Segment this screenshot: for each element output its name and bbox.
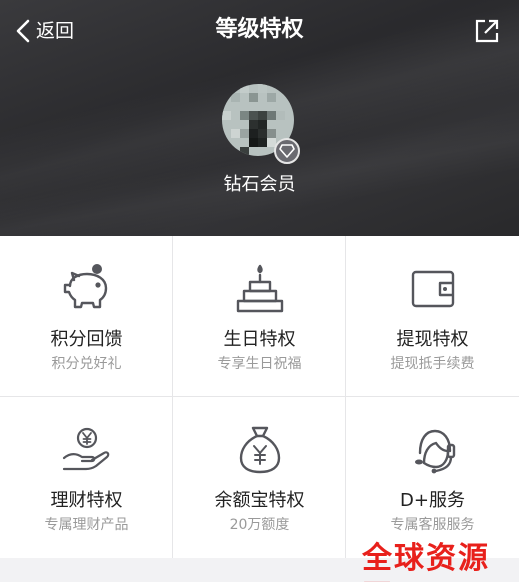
privilege-finance[interactable]: 理财特权 专属理财产品	[0, 397, 173, 558]
privilege-name: D+服务	[400, 490, 465, 511]
privilege-desc: 积分兑好礼	[51, 356, 122, 372]
grid-divider	[345, 236, 346, 558]
privilege-desc: 专享生日祝福	[217, 356, 302, 372]
privilege-desc: 专属理财产品	[44, 517, 129, 533]
privilege-name: 理财特权	[50, 490, 123, 511]
privilege-yuebao[interactable]: 余额宝特权 20万额度	[173, 397, 346, 558]
privilege-name: 积分回馈	[50, 329, 123, 350]
diamond-badge	[274, 138, 300, 164]
share-external-icon	[475, 19, 499, 43]
grid-divider	[172, 236, 173, 558]
share-button[interactable]	[474, 18, 500, 44]
grid-divider	[0, 396, 519, 397]
money-bag-icon	[239, 426, 280, 474]
privilege-dplus[interactable]: D+服务 专属客服服务	[346, 397, 519, 558]
privilege-desc: 20万额度	[229, 517, 290, 533]
privilege-points[interactable]: 积分回馈 积分兑好礼	[0, 236, 173, 397]
diamond-icon	[279, 144, 295, 158]
watermark-text: 全球资源网	[362, 541, 490, 582]
privilege-name: 生日特权	[223, 329, 296, 350]
privilege-desc: 专属客服服务	[390, 517, 475, 533]
privileges-grid: 积分回馈 积分兑好礼 生日特权 专享生日祝福 提现特权 提现抵手续费 理财特权 …	[0, 236, 519, 558]
member-header: 返回 等级特权 钻石会员	[0, 0, 519, 236]
privilege-name: 余额宝特权	[214, 490, 305, 511]
wallet-icon	[411, 270, 454, 308]
hand-coin-icon	[62, 427, 109, 471]
page-title: 等级特权	[215, 17, 304, 42]
customer-service-icon	[414, 429, 455, 474]
piggy-bank-icon	[63, 264, 107, 309]
birthday-cake-icon	[236, 264, 283, 313]
privilege-desc: 提现抵手续费	[390, 356, 475, 372]
privilege-withdraw[interactable]: 提现特权 提现抵手续费	[346, 236, 519, 397]
member-level: 钻石会员	[223, 174, 296, 195]
privilege-birthday[interactable]: 生日特权 专享生日祝福	[173, 236, 346, 397]
privilege-name: 提现特权	[396, 329, 469, 350]
